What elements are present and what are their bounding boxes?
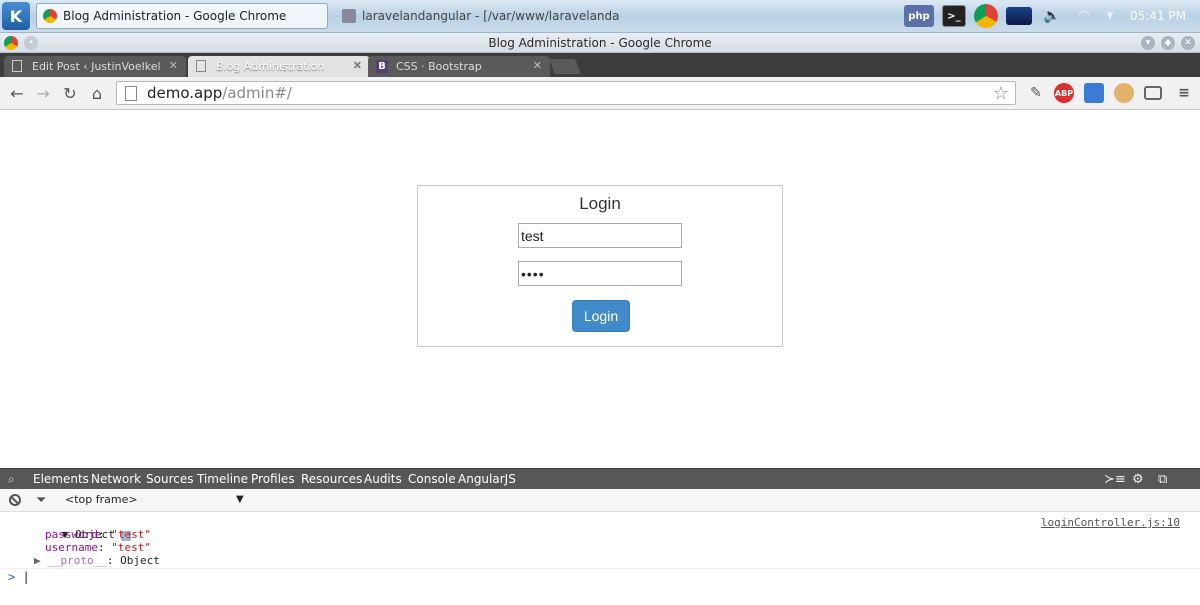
menu-icon[interactable]: ≡	[1174, 83, 1194, 103]
terminal-icon[interactable]: >_	[942, 5, 966, 27]
wifi-icon[interactable]: ◠	[1072, 5, 1096, 27]
page-content: Login Login	[0, 110, 1200, 468]
tab-label: Blog Administration	[216, 60, 325, 73]
chrome-tray-icon[interactable]	[974, 4, 998, 28]
login-button[interactable]: Login	[572, 300, 630, 332]
filter-icon[interactable]: ⏷	[36, 493, 46, 508]
tab-edit-post[interactable]: Edit Post ‹ JustinVoelkel ✕	[4, 56, 186, 77]
property-value: "test"	[111, 541, 151, 554]
bookmark-star-icon[interactable]: ☆	[993, 83, 1009, 104]
gear-icon[interactable]: ⚙	[1132, 472, 1144, 487]
cast-icon[interactable]	[1144, 86, 1162, 100]
page-icon	[125, 85, 137, 101]
login-title: Login	[579, 194, 621, 213]
undock-icon[interactable]: ⧉	[1158, 472, 1167, 487]
prompt-chevron-icon: >	[8, 570, 16, 584]
login-panel: Login Login	[417, 185, 783, 347]
devtools-tab-network[interactable]: Network	[91, 472, 141, 486]
console-prompt[interactable]: > |	[8, 570, 30, 584]
extension-dog-icon[interactable]	[1114, 83, 1134, 103]
address-bar[interactable]: demo.app/admin#/ ☆	[116, 81, 1016, 105]
username-field[interactable]	[518, 223, 682, 248]
home-icon[interactable]: ⌂	[88, 84, 106, 103]
source-link[interactable]: loginController.js:10	[1041, 516, 1180, 529]
tab-label: Edit Post ‹ JustinVoelkel	[32, 60, 161, 73]
devtools-tab-angularjs[interactable]: AngularJS	[458, 472, 516, 486]
property-value: Object	[120, 554, 160, 567]
os-taskbar: K Blog Administration - Google Chrome la…	[0, 0, 1200, 33]
volume-icon[interactable]: 🔈	[1040, 5, 1064, 27]
property-key: password	[45, 528, 98, 541]
taskbar-item-label: laravelandangular - [/var/www/laraveland…	[362, 9, 620, 23]
devtools-panel: ⌕ Elements Network Sources Timeline Prof…	[0, 468, 1200, 605]
chevron-down-icon[interactable]: ▼	[1104, 5, 1116, 27]
property-key: __proto__	[47, 554, 107, 567]
devtools-tab-elements[interactable]: Elements	[33, 472, 89, 486]
object-proto[interactable]: ▶ __proto__: Object	[34, 554, 160, 567]
close-window-icon[interactable]: ✕	[1181, 36, 1195, 50]
kde-menu-icon[interactable]: K	[2, 2, 30, 30]
devtools-tab-profiles[interactable]: Profiles	[251, 472, 295, 486]
chrome-icon	[43, 9, 57, 23]
expand-triangle-icon: ▶	[34, 554, 41, 567]
devtools-tab-sources[interactable]: Sources	[146, 472, 193, 486]
frame-selector[interactable]: <top frame>	[65, 493, 138, 506]
devtools-tab-audits[interactable]: Audits	[364, 472, 402, 486]
password-field[interactable]	[518, 261, 682, 286]
reload-icon[interactable]: ↻	[61, 84, 79, 103]
tab-css-bootstrap[interactable]: B CSS · Bootstrap ✕	[368, 56, 550, 77]
system-tray: php >_ 🔈 ◠ ▼ 05:41 PM	[904, 3, 1186, 29]
devtools-tab-console[interactable]: Console	[408, 472, 456, 486]
php-icon[interactable]: php	[904, 5, 934, 27]
property-key: username	[45, 541, 98, 554]
url-host: demo.app	[147, 84, 223, 102]
maximize-icon[interactable]: ◆	[1161, 36, 1175, 50]
show-drawer-icon[interactable]: ≻≡	[1104, 472, 1126, 487]
object-property: password: "test"	[45, 528, 151, 541]
eyedropper-icon[interactable]: ✎	[1026, 83, 1046, 103]
forward-icon[interactable]: →	[34, 84, 52, 103]
window-titlebar: • Blog Administration - Google Chrome ▾ …	[0, 33, 1200, 53]
devtools-tab-timeline[interactable]: Timeline	[197, 472, 248, 486]
clock[interactable]: 05:41 PM	[1130, 9, 1186, 23]
bootstrap-icon: B	[376, 60, 388, 73]
search-icon[interactable]: ⌕	[8, 472, 15, 487]
new-tab-button[interactable]	[549, 59, 581, 74]
browser-toolbar: ← → ↻ ⌂ demo.app/admin#/ ☆ ✎ ABP ≡	[0, 77, 1200, 110]
taskbar-item-editor[interactable]: laravelandangular - [/var/www/laraveland…	[336, 3, 620, 29]
tab-blog-administration[interactable]: Blog Administration ✕	[188, 56, 370, 77]
display-icon[interactable]	[1006, 7, 1032, 25]
clear-console-icon[interactable]	[9, 494, 21, 506]
taskbar-item-chrome[interactable]: Blog Administration - Google Chrome	[36, 3, 328, 29]
property-value: "test"	[111, 528, 151, 541]
text-cursor: |	[22, 570, 30, 584]
page-icon	[12, 60, 22, 72]
minimize-icon[interactable]: ▾	[1141, 36, 1155, 50]
object-property: username: "test"	[45, 541, 151, 554]
close-tab-icon[interactable]: ✕	[169, 59, 178, 72]
adblock-icon[interactable]: ABP	[1054, 83, 1074, 103]
extension-window-icon[interactable]	[1084, 83, 1104, 103]
editor-icon	[342, 9, 356, 23]
back-icon[interactable]: ←	[8, 84, 26, 103]
frame-dropdown-icon[interactable]: ▼	[236, 494, 244, 505]
taskbar-item-label: Blog Administration - Google Chrome	[63, 9, 287, 23]
page-icon	[196, 60, 206, 72]
window-title: Blog Administration - Google Chrome	[488, 36, 712, 50]
console-toolbar: ⏷ <top frame> ▼	[0, 489, 1200, 512]
prompt-divider	[0, 568, 1200, 569]
devtools-tab-resources[interactable]: Resources	[301, 472, 362, 486]
devtools-tabbar: ⌕ Elements Network Sources Timeline Prof…	[0, 468, 1200, 489]
close-tab-icon[interactable]: ✕	[353, 59, 362, 72]
tab-strip: Edit Post ‹ JustinVoelkel ✕ Blog Adminis…	[0, 53, 1200, 77]
tab-label: CSS · Bootstrap	[396, 60, 482, 73]
close-tab-icon[interactable]: ✕	[533, 59, 542, 72]
url-path: /admin#/	[222, 84, 292, 102]
